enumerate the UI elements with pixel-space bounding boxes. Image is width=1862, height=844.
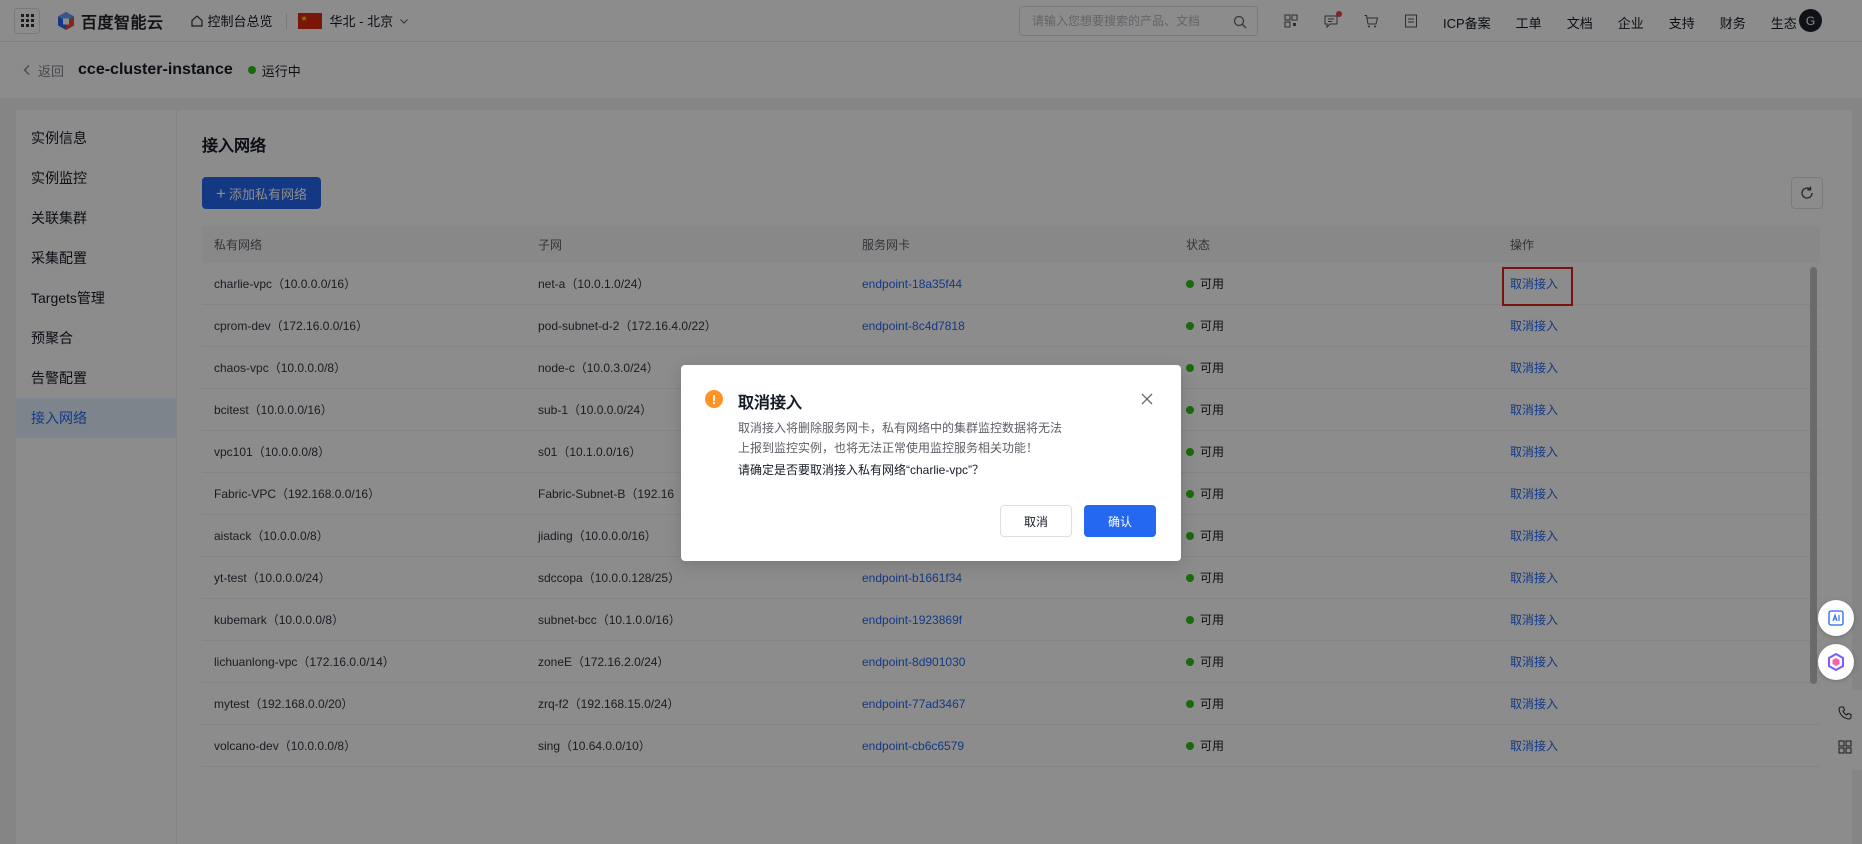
ai-assistant-button[interactable] [1818, 644, 1854, 680]
ai-assistant-icon [1828, 652, 1844, 672]
close-icon[interactable] [1140, 392, 1154, 406]
floating-tools [1818, 600, 1862, 688]
overlay-mask-top [0, 0, 1862, 42]
warning-icon: ! [705, 390, 723, 408]
confirm-dialog: ! 取消接入 取消接入将删除服务网卡，私有网络中的集群监控数据将无法上报到监控实… [681, 365, 1181, 561]
cancel-button[interactable]: 取消 [1000, 505, 1072, 537]
dialog-title: 取消接入 [738, 395, 803, 412]
dialog-body: 取消接入将删除服务网卡，私有网络中的集群监控数据将无法上报到监控实例，也将无法正… [738, 421, 1063, 455]
confirm-button[interactable]: 确认 [1084, 505, 1156, 537]
dialog-confirm-text: 请确定是否要取消接入私有网络“charlie-vpc”？ [738, 463, 985, 477]
translate-button[interactable] [1818, 600, 1854, 636]
translate-icon [1828, 610, 1844, 626]
